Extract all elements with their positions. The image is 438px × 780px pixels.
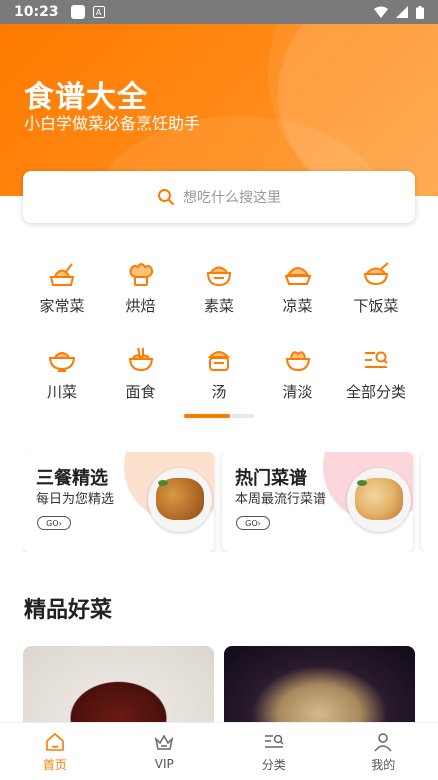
app-subtitle: 小白学做菜必备烹饪助手 <box>24 114 201 133</box>
category-label: 家常菜 <box>39 297 85 315</box>
bottom-tab-bar: 首页 VIP 分类 我的 <box>0 722 438 780</box>
search-bar[interactable]: 想吃什么搜这里 <box>23 171 415 223</box>
section-title: 精品好菜 <box>24 598 113 623</box>
home-icon <box>45 732 64 751</box>
category-label: 面食 <box>125 383 156 401</box>
tab-category[interactable]: 分类 <box>219 723 329 780</box>
category-label: 川菜 <box>46 383 77 401</box>
recipe-photo[interactable] <box>23 646 214 726</box>
category-rice-dish[interactable]: 下饭菜 <box>337 255 415 341</box>
signal-icon <box>396 6 408 18</box>
category-grid: 家常菜 烘焙 素菜 凉菜 下饭菜 川菜 面食 汤 清淡 全部分类 <box>23 255 415 427</box>
all-categories-icon <box>365 351 388 368</box>
category-home-cooking[interactable]: 家常菜 <box>23 255 101 341</box>
notification-icon <box>70 5 85 19</box>
rice-dish-icon <box>363 262 389 286</box>
category-label: 清淡 <box>282 383 313 401</box>
card-title: 热门菜谱 <box>235 468 307 489</box>
status-bar: 10:23 A <box>0 0 438 24</box>
category-cold-dish[interactable]: 凉菜 <box>259 255 337 341</box>
category-baking[interactable]: 烘焙 <box>102 255 180 341</box>
chef-hat-icon <box>129 263 153 286</box>
cold-dish-icon <box>284 267 311 285</box>
app-notification-icon: A <box>92 6 105 18</box>
light-dish-icon <box>285 351 310 372</box>
search-icon <box>158 189 174 205</box>
go-button[interactable]: GO › <box>236 516 270 530</box>
battery-icon <box>416 5 424 19</box>
user-icon <box>374 732 392 751</box>
tab-profile[interactable]: 我的 <box>329 723 438 780</box>
card-desc: 每日为您精选 <box>36 492 115 507</box>
category-sichuan[interactable]: 川菜 <box>23 341 101 427</box>
page-indicator <box>184 414 254 418</box>
category-label: 素菜 <box>203 297 234 315</box>
food-image <box>148 468 212 532</box>
card-three-meals[interactable]: 三餐精选 每日为您精选 GO › <box>23 452 214 552</box>
feature-cards: 三餐精选 每日为您精选 GO › 热门菜谱 本周最流行菜谱 GO › <box>23 452 438 552</box>
noodle-bowl-icon <box>128 347 153 372</box>
category-label: 凉菜 <box>282 297 313 315</box>
food-image <box>347 468 411 532</box>
search-placeholder: 想吃什么搜这里 <box>183 190 281 206</box>
category-label: 烘焙 <box>125 297 156 315</box>
tab-home[interactable]: 首页 <box>0 723 110 780</box>
crown-icon <box>155 734 174 750</box>
category-search-icon <box>264 734 284 748</box>
home-cooking-icon <box>49 263 75 286</box>
wifi-icon <box>374 6 388 18</box>
category-label: 全部分类 <box>345 383 406 401</box>
category-label: 汤 <box>211 383 227 401</box>
status-time: 10:23 <box>14 4 59 20</box>
category-label: 下饭菜 <box>353 297 399 315</box>
category-all[interactable]: 全部分类 <box>337 341 415 427</box>
card-hot-recipes[interactable]: 热门菜谱 本周最流行菜谱 GO › <box>222 452 413 552</box>
tab-vip[interactable]: VIP <box>110 723 220 780</box>
category-noodles[interactable]: 面食 <box>102 341 180 427</box>
recipe-photo[interactable] <box>224 646 415 726</box>
category-vegetable[interactable]: 素菜 <box>180 255 258 341</box>
go-button[interactable]: GO › <box>37 516 71 530</box>
card-partial[interactable] <box>421 452 438 552</box>
vegetable-dish-icon <box>206 266 232 287</box>
card-desc: 本周最流行菜谱 <box>235 492 327 507</box>
card-title: 三餐精选 <box>36 468 108 489</box>
sichuan-bowl-icon <box>48 352 76 372</box>
soup-pot-icon <box>207 351 231 371</box>
category-light[interactable]: 清淡 <box>259 341 337 427</box>
